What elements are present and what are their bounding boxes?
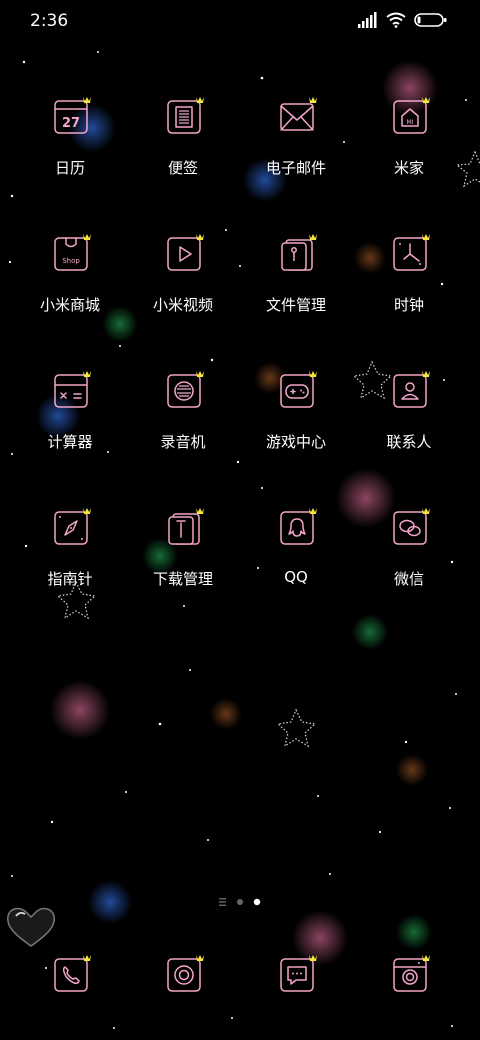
file-manager-icon xyxy=(280,234,317,271)
app-label: 日历 xyxy=(54,159,85,177)
status-bar: 2:36 xyxy=(0,0,480,42)
app-mi-home[interactable]: MI 米家 xyxy=(359,97,459,220)
qq-icon xyxy=(280,508,317,545)
app-label: 微信 xyxy=(393,570,424,588)
mi-home-icon: MI xyxy=(393,97,430,134)
app-label: 录音机 xyxy=(160,433,206,451)
wechat-icon xyxy=(393,508,430,545)
shop-icon: Shop xyxy=(54,234,91,271)
contacts-icon xyxy=(393,371,430,408)
app-label: 米家 xyxy=(393,159,424,177)
app-label: 电子邮件 xyxy=(265,159,326,177)
phone-icon[interactable] xyxy=(54,955,91,992)
app-label: 便签 xyxy=(167,159,198,177)
app-label: 文件管理 xyxy=(265,296,326,314)
page-dot xyxy=(237,899,243,905)
app-calendar[interactable]: 27 日历 xyxy=(20,97,120,220)
calculator-icon xyxy=(54,371,91,408)
app-label: QQ xyxy=(284,568,308,586)
app-wechat[interactable]: 微信 xyxy=(359,508,459,631)
messages-icon[interactable] xyxy=(280,955,317,992)
app-label: 时钟 xyxy=(393,296,424,314)
app-email[interactable]: 电子邮件 xyxy=(246,97,346,220)
camera-icon[interactable] xyxy=(393,955,430,992)
app-calculator[interactable]: 计算器 xyxy=(20,371,120,494)
app-shop[interactable]: Shop 小米商城 xyxy=(20,234,120,357)
signal-icon xyxy=(358,12,377,28)
svg-text:MI: MI xyxy=(407,119,414,126)
status-icons xyxy=(358,12,454,30)
browser-icon[interactable] xyxy=(167,955,204,992)
battery-icon xyxy=(414,13,447,27)
clock-icon xyxy=(393,234,430,271)
app-label: 下载管理 xyxy=(152,570,213,588)
app-game-center[interactable]: 游戏中心 xyxy=(246,371,346,494)
compass-icon xyxy=(54,508,91,545)
recorder-icon xyxy=(167,371,204,408)
calendar-icon: 27 xyxy=(54,97,91,134)
app-label: 计算器 xyxy=(47,433,93,451)
svg-text:27: 27 xyxy=(62,116,80,131)
app-label: 小米商城 xyxy=(39,296,100,314)
page-indicator[interactable] xyxy=(216,896,266,908)
app-label: 联系人 xyxy=(386,433,432,451)
app-notes[interactable]: 便签 xyxy=(133,97,233,220)
downloads-icon xyxy=(167,508,204,545)
app-downloads[interactable]: 下载管理 xyxy=(133,508,233,631)
email-icon xyxy=(280,97,317,134)
page-dot-current xyxy=(253,898,261,906)
app-qq[interactable]: QQ xyxy=(246,508,346,631)
app-file-manager[interactable]: 文件管理 xyxy=(246,234,346,357)
video-icon xyxy=(167,234,204,271)
status-time: 2:36 xyxy=(30,11,69,31)
notes-icon xyxy=(167,97,204,134)
app-compass[interactable]: 指南针 xyxy=(20,508,120,631)
app-clock[interactable]: 时钟 xyxy=(359,234,459,357)
feed-page-icon xyxy=(219,898,226,906)
app-label: 小米视频 xyxy=(152,296,213,314)
app-contacts[interactable]: 联系人 xyxy=(359,371,459,494)
app-label: 指南针 xyxy=(47,570,93,588)
app-recorder[interactable]: 录音机 xyxy=(133,371,233,494)
app-video[interactable]: 小米视频 xyxy=(133,234,233,357)
app-label: 游戏中心 xyxy=(265,433,326,451)
heart-decoration xyxy=(6,907,56,947)
game-center-icon xyxy=(280,371,317,408)
wifi-icon xyxy=(386,12,406,28)
svg-text:Shop: Shop xyxy=(62,257,80,265)
